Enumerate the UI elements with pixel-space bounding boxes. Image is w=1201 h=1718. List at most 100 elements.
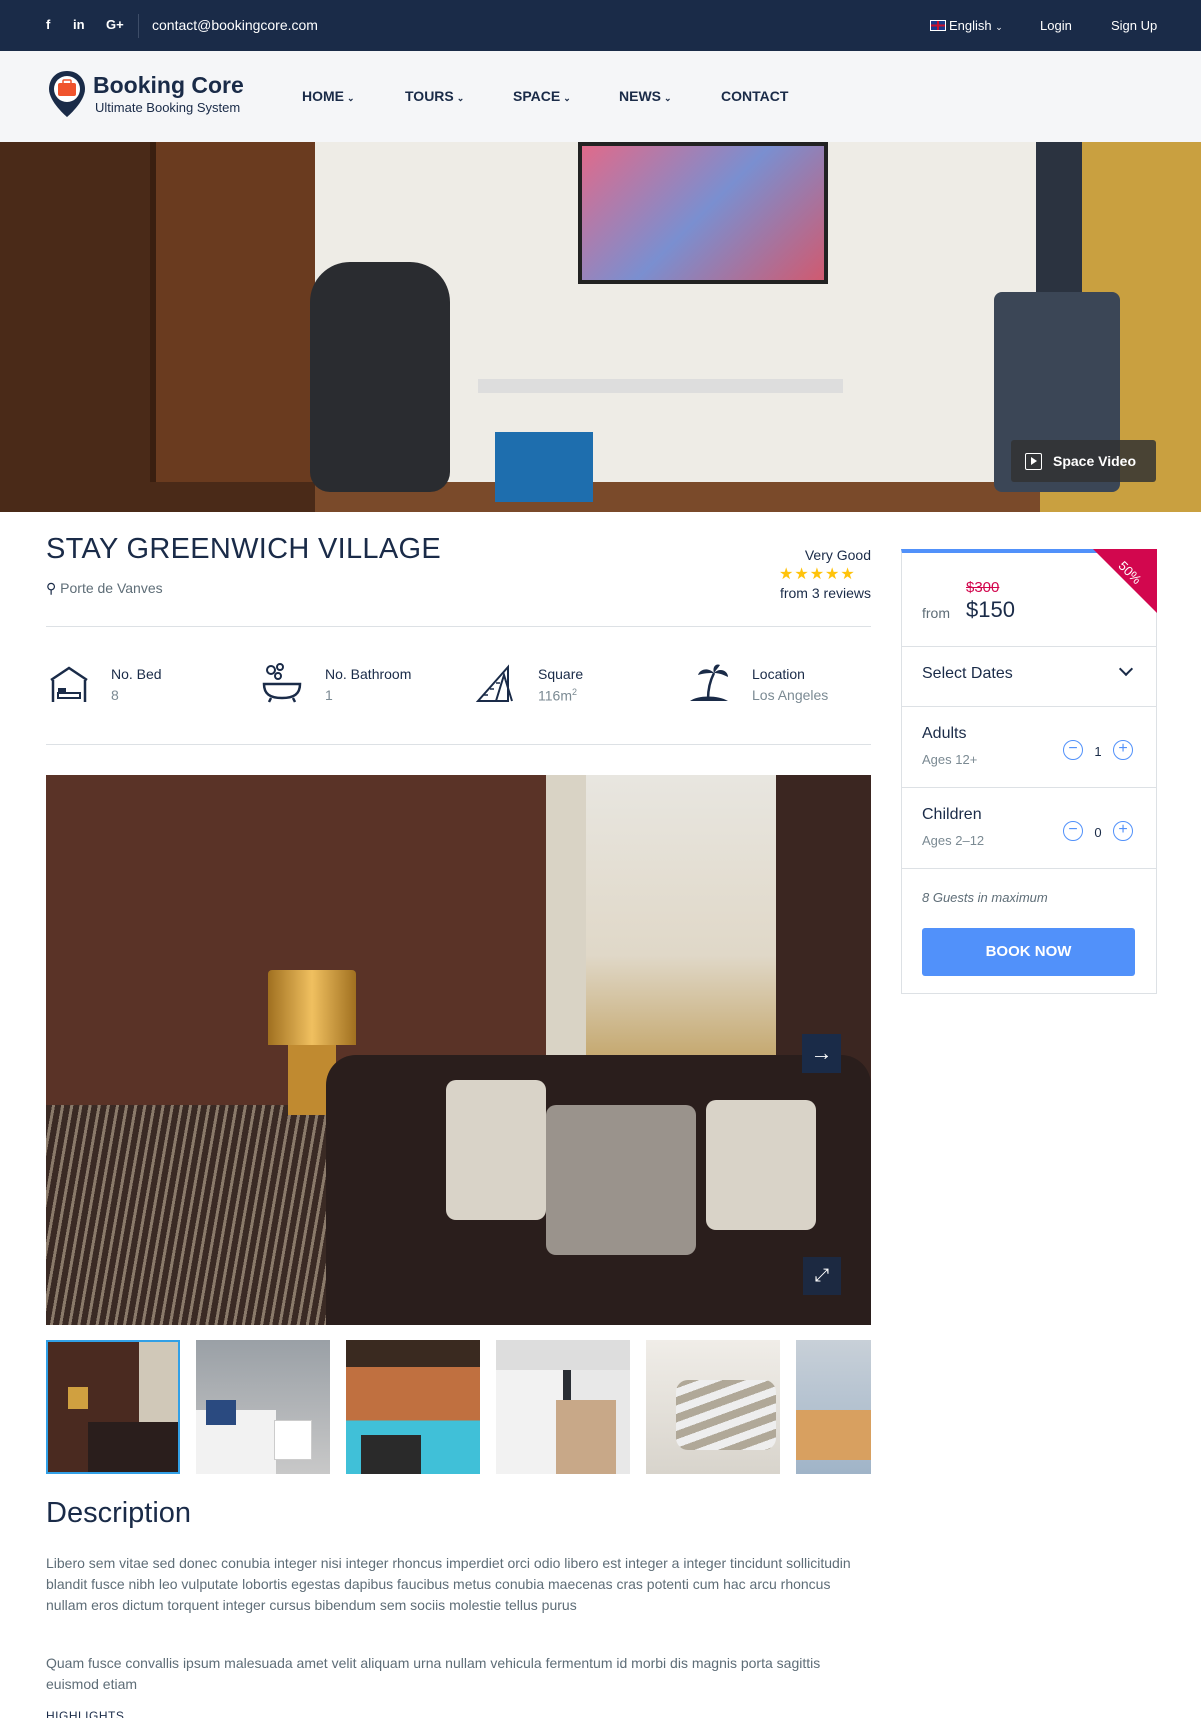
gallery-next-button[interactable]: →: [802, 1034, 841, 1073]
description-paragraph: Quam fusce convallis ipsum malesuada ame…: [46, 1655, 821, 1692]
linkedin-icon[interactable]: in: [73, 17, 85, 32]
space-video-label: Space Video: [1053, 453, 1137, 469]
chevron-down-icon: ⌄: [664, 93, 672, 103]
space-video-button[interactable]: Space Video: [1011, 440, 1156, 482]
price-from-label: from: [922, 605, 950, 621]
gallery-main-image: [46, 775, 871, 1325]
google-plus-icon[interactable]: G+: [106, 17, 124, 32]
gallery-thumbnail[interactable]: [346, 1340, 480, 1474]
hero-table: [478, 379, 843, 393]
contact-email-link[interactable]: contact@bookingcore.com: [152, 17, 318, 33]
nav-news-label: NEWS: [619, 88, 661, 104]
thumb-pillow: [206, 1400, 236, 1425]
nav-space[interactable]: SPACE ⌄: [513, 88, 571, 104]
select-dates-dropdown[interactable]: Select Dates: [902, 647, 1156, 707]
location-text: ⚲ Porte de Vanves: [46, 580, 163, 597]
language-selector[interactable]: English ⌄: [930, 18, 1003, 33]
description-heading: Description: [46, 1497, 192, 1529]
children-label: Children: [922, 806, 982, 823]
brand-tagline: Ultimate Booking System: [95, 100, 241, 115]
arrow-right-icon: →: [810, 1040, 833, 1065]
gallery-thumbnail[interactable]: [646, 1340, 780, 1474]
nav-news[interactable]: NEWS ⌄: [619, 88, 672, 104]
book-now-button[interactable]: BOOK NOW: [922, 928, 1135, 976]
review-label: Very Good: [804, 547, 871, 563]
hero-door: [150, 142, 315, 482]
adults-sub-label: Ages 12+: [922, 752, 978, 767]
hero-stove-pipe: [1036, 142, 1082, 302]
thumb-ceiling: [496, 1340, 630, 1370]
children-section: Children Ages 2–12 − 0 +: [902, 788, 1156, 869]
square-unit-sup: 2: [571, 687, 577, 697]
facebook-icon[interactable]: f: [46, 17, 50, 32]
expand-icon: ⤢: [814, 1265, 830, 1285]
max-guests-note: 8 Guests in maximum: [922, 890, 1048, 905]
adults-section: Adults Ages 12+ − 1 +: [902, 707, 1156, 788]
top-bar: f in G+ contact@bookingcore.com English …: [0, 0, 1201, 51]
gallery-fullscreen-button[interactable]: ⤢: [803, 1257, 841, 1295]
nav-tours-label: TOURS: [405, 88, 454, 104]
feature-bed-label: No. Bed: [111, 666, 162, 682]
thumb-nightstand: [274, 1420, 312, 1460]
booking-widget: 50% $300 from $150 Select Dates Adults A…: [901, 549, 1157, 994]
topbar-divider: [138, 14, 139, 38]
signup-link[interactable]: Sign Up: [1111, 18, 1157, 33]
highlights-heading: HIGHLIGHTS: [46, 1709, 125, 1718]
adults-decrement-button[interactable]: −: [1063, 740, 1083, 760]
map-marker-icon: ⚲: [46, 580, 57, 596]
children-increment-button[interactable]: +: [1113, 821, 1133, 841]
nav-home[interactable]: HOME ⌄: [302, 88, 355, 104]
old-price: $300: [966, 579, 1000, 596]
hero-wood-basket: [310, 262, 450, 492]
thumb-sofa: [88, 1422, 178, 1472]
brand-name[interactable]: Booking Core: [93, 72, 244, 99]
gallery-thumbnail[interactable]: [496, 1340, 630, 1474]
description-paragraph: Libero sem vitae sed donec conubia integ…: [46, 1555, 851, 1613]
bed-icon: [50, 666, 88, 702]
nav-home-label: HOME: [302, 88, 344, 104]
feature-bathroom-value: 1: [325, 687, 333, 703]
feature-bathroom-label: No. Bathroom: [325, 666, 412, 682]
gallery-thumbnail[interactable]: [196, 1340, 330, 1474]
nav-tours[interactable]: TOURS ⌄: [405, 88, 464, 104]
feature-location-value: Los Angeles: [752, 687, 829, 703]
gallery-pillow: [446, 1080, 546, 1220]
ruler-icon: [475, 664, 513, 702]
adults-label: Adults: [922, 725, 967, 742]
palm-island-icon: [690, 664, 728, 701]
adults-count: 1: [1094, 744, 1102, 759]
uk-flag-icon: [930, 20, 946, 31]
gallery-thumbnail[interactable]: [46, 1340, 180, 1474]
children-count: 0: [1094, 825, 1102, 840]
gallery-thumbnail[interactable]: [796, 1340, 871, 1474]
login-link[interactable]: Login: [1040, 18, 1072, 33]
current-price: $150: [966, 597, 1015, 622]
hero-tv: [578, 142, 828, 284]
price-section: $300 from $150: [902, 553, 1156, 647]
chevron-down-icon: ⌄: [995, 22, 1003, 32]
square-value-text: 116m: [538, 687, 572, 704]
gallery-armchair: [46, 1105, 326, 1325]
play-icon: [1025, 453, 1042, 470]
page-title: STAY GREENWICH VILLAGE: [46, 533, 441, 565]
review-count-link[interactable]: from 3 reviews: [700, 585, 871, 601]
gallery-window: [586, 775, 776, 1075]
nav-contact[interactable]: CONTACT: [721, 88, 788, 104]
logo-pin-icon[interactable]: [47, 69, 87, 119]
thumb-sofa: [361, 1435, 421, 1474]
chevron-down-icon: ⌄: [456, 93, 465, 103]
bathtub-icon: [262, 663, 302, 703]
chevron-down-icon: ⌄: [347, 93, 355, 103]
children-decrement-button[interactable]: −: [1063, 821, 1083, 841]
star-rating: ★★★★★: [779, 566, 856, 583]
divider: [46, 744, 871, 745]
thumb-pillow: [676, 1380, 776, 1450]
feature-square-label: Square: [538, 666, 584, 682]
divider: [46, 626, 871, 627]
chevron-down-icon: ⌄: [563, 93, 571, 103]
gallery-pillow: [546, 1105, 696, 1255]
feature-bed-value: 8: [111, 687, 119, 703]
gallery-lamp-shade: [268, 970, 356, 1045]
adults-increment-button[interactable]: +: [1113, 740, 1133, 760]
select-dates-label: Select Dates: [922, 665, 1013, 682]
